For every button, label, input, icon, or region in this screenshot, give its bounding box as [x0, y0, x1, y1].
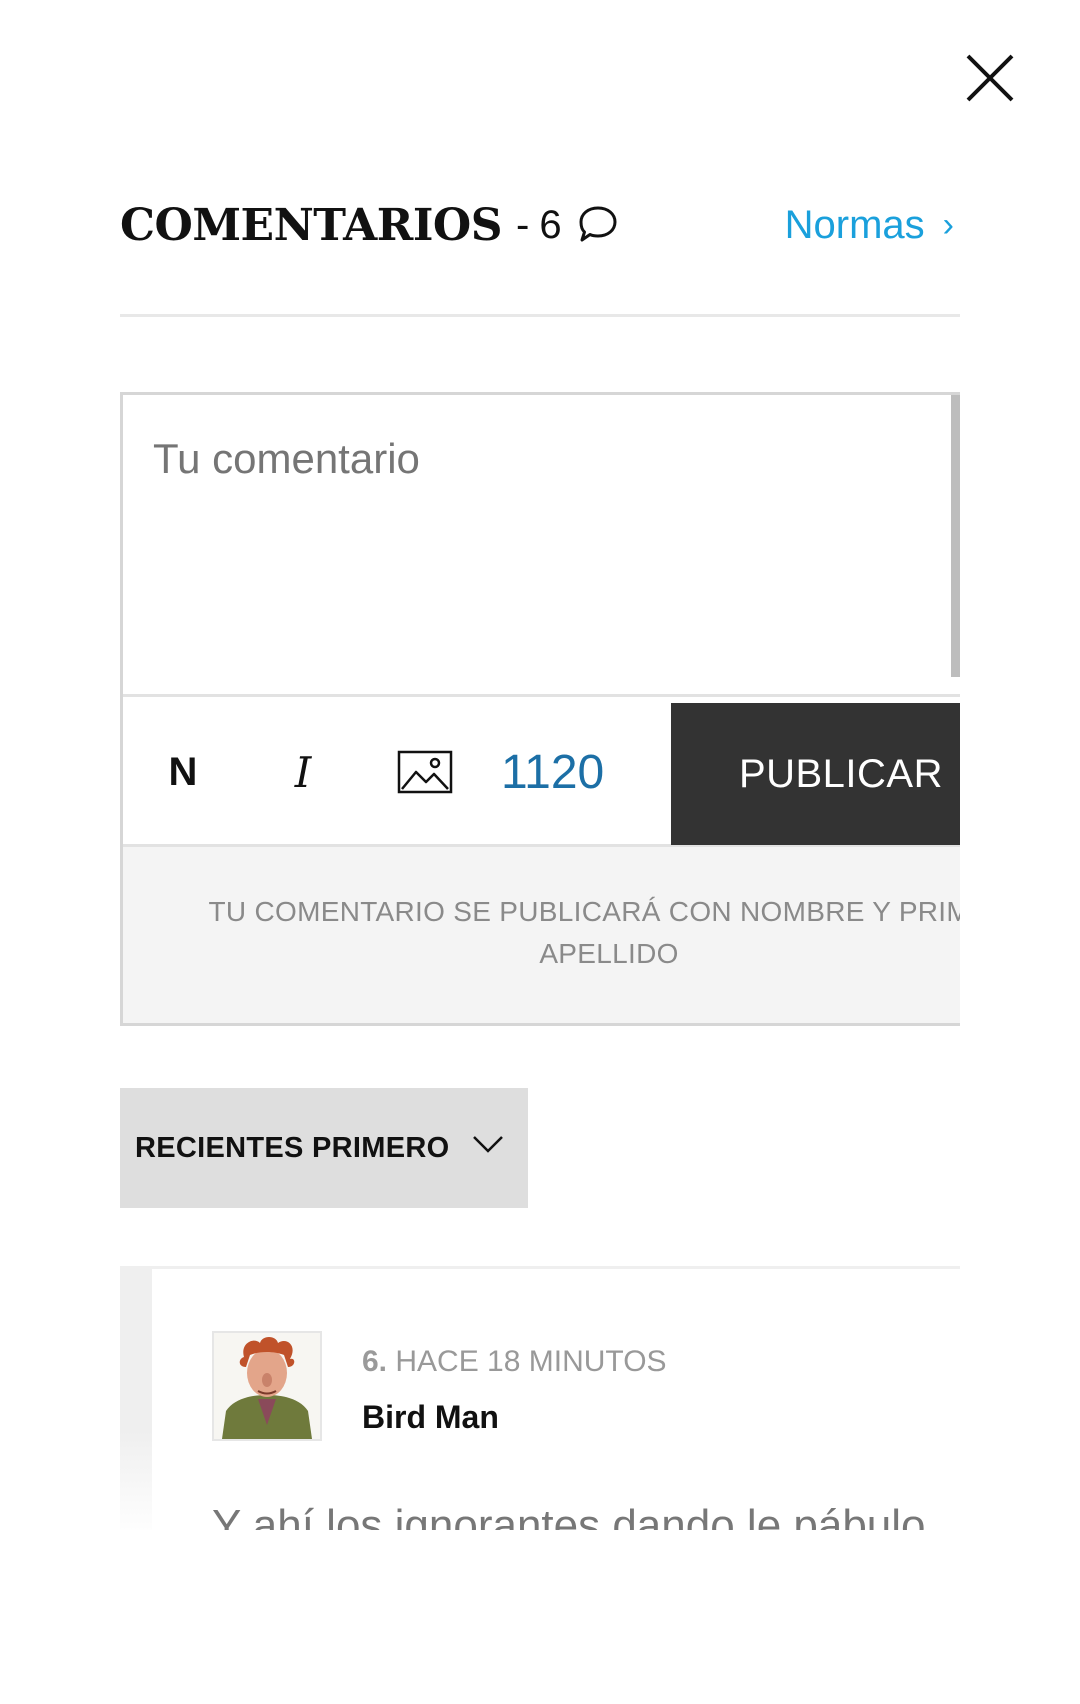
italic-button[interactable]: I — [273, 697, 333, 847]
sort-dropdown-label: RECIENTES PRIMERO — [135, 1131, 450, 1164]
comments-title-group: COMENTARIOS - 6 — [120, 190, 620, 260]
title-separator: - — [516, 202, 530, 247]
comment-item: 6. HACE 18 MINUTOS Bird Man Y ahí los ig… — [120, 1266, 960, 1539]
comment-input-placeholder: Tu comentario — [153, 435, 420, 482]
publish-notice-text: TU COMENTARIO SE PUBLICARÁ CON NOMBRE Y … — [208, 896, 960, 969]
composer-toolbar: N I 1120 PUBLICAR — [123, 697, 960, 847]
insert-image-button[interactable] — [395, 697, 455, 847]
comment-number: 6. — [362, 1345, 388, 1378]
close-button[interactable] — [960, 48, 1020, 108]
comments-title: COMENTARIOS — [120, 199, 503, 251]
comment-author[interactable]: Bird Man — [362, 1399, 499, 1436]
comment-input[interactable]: Tu comentario — [123, 395, 960, 697]
comment-timestamp: HACE 18 MINUTOS — [395, 1345, 667, 1378]
avatar[interactable] — [212, 1331, 322, 1441]
avatar-illustration — [214, 1333, 320, 1439]
rules-link-label: Normas — [784, 202, 925, 247]
publish-button[interactable]: PUBLICAR — [671, 703, 960, 845]
comment-input-scrollbar[interactable] — [951, 395, 960, 677]
publish-notice: TU COMENTARIO SE PUBLICARÁ CON NOMBRE Y … — [123, 847, 960, 1023]
sort-dropdown[interactable]: RECIENTES PRIMERO — [120, 1088, 528, 1208]
comment-meta: 6. HACE 18 MINUTOS — [362, 1345, 667, 1379]
close-icon — [966, 54, 1014, 102]
image-icon — [397, 750, 453, 794]
header-divider — [120, 314, 960, 317]
comments-header: COMENTARIOS - 6 Normas › — [120, 190, 960, 260]
bold-button[interactable]: N — [153, 697, 213, 847]
comment-bubble-icon — [579, 206, 617, 242]
comment-composer: Tu comentario N I 1120 PUBLICAR TU COMEN… — [120, 392, 960, 1026]
comment-count: 6 — [539, 202, 562, 247]
comment-indent-bar — [120, 1269, 152, 1539]
chevron-right-icon: › — [942, 205, 954, 244]
character-counter: 1120 — [501, 745, 605, 799]
bottom-fade — [0, 1530, 1080, 1704]
rules-link[interactable]: Normas › — [785, 190, 954, 260]
chevron-down-icon — [473, 1136, 503, 1153]
